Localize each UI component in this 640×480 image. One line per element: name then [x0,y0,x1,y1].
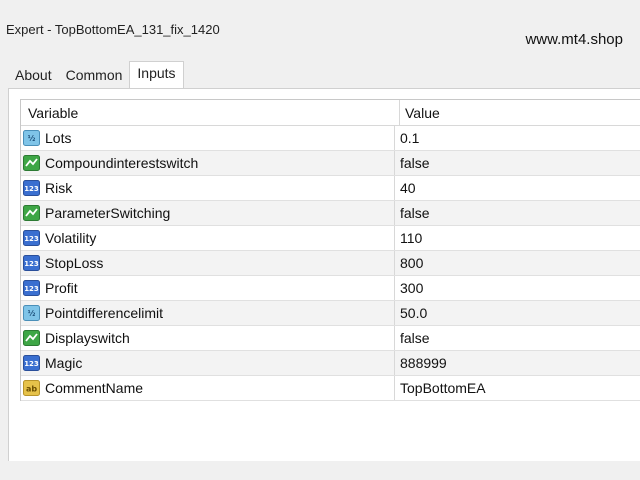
svg-text:½: ½ [28,134,36,143]
variable-cell: Displayswitch [21,326,395,350]
variable-name: Compoundinterestswitch [45,155,199,171]
svg-text:123: 123 [24,285,39,293]
variable-name: ParameterSwitching [45,205,171,221]
column-header-value[interactable]: Value [400,100,640,125]
variable-name: Displayswitch [45,330,130,346]
table-row[interactable]: 123 Profit 300 [21,276,640,301]
svg-text:½: ½ [28,309,36,318]
watermark-text: www.mt4.shop [525,31,623,48]
variable-cell: ½ Lots [21,126,395,150]
int-type-icon: 123 [23,255,40,271]
inputs-panel: Variable Value ½ Lots 0.1 Compoundinterests… [8,88,640,461]
table-row[interactable]: 123 Volatility 110 [21,226,640,251]
table-row[interactable]: ½ Pointdifferencelimit 50.0 [21,301,640,326]
int-type-icon: 123 [23,280,40,296]
variable-cell: ½ Pointdifferencelimit [21,301,395,325]
value-cell[interactable]: 0.1 [395,126,640,150]
table-row[interactable]: ½ Lots 0.1 [21,126,640,151]
table-row[interactable]: ParameterSwitching false [21,201,640,226]
table-row[interactable]: 123 Risk 40 [21,176,640,201]
value-cell[interactable]: false [395,326,640,350]
svg-text:123: 123 [24,185,39,193]
int-type-icon: 123 [23,230,40,246]
int-type-icon: 123 [23,355,40,371]
bool-type-icon [23,205,40,221]
variable-name: Risk [45,180,73,196]
bool-type-icon [23,330,40,346]
variable-cell: 123 StopLoss [21,251,395,275]
table-row[interactable]: ab CommentName TopBottomEA [21,376,640,401]
double-type-icon: ½ [23,130,40,146]
variable-cell: Compoundinterestswitch [21,151,395,175]
variable-cell: ab CommentName [21,376,395,400]
int-type-icon: 123 [23,180,40,196]
tab-inputs[interactable]: Inputs [129,61,184,89]
svg-text:123: 123 [24,260,39,268]
variable-name: CommentName [45,380,144,396]
double-type-icon: ½ [23,305,40,321]
value-cell[interactable]: false [395,151,640,175]
svg-text:123: 123 [24,360,39,368]
string-type-icon: ab [23,380,40,396]
tab-common[interactable]: Common [59,62,130,88]
table-row[interactable]: 123 StopLoss 800 [21,251,640,276]
expert-properties-window: Expert - TopBottomEA_131_fix_1420 www.mt… [0,0,640,480]
table-row[interactable]: Compoundinterestswitch false [21,151,640,176]
variable-cell: 123 Profit [21,276,395,300]
table-row[interactable]: Displayswitch false [21,326,640,351]
table-header-row: Variable Value [21,100,640,126]
variable-name: StopLoss [45,255,104,271]
variable-cell: 123 Magic [21,351,395,375]
value-cell[interactable]: 110 [395,226,640,250]
value-cell[interactable]: 800 [395,251,640,275]
value-cell[interactable]: 40 [395,176,640,200]
value-cell[interactable]: 50.0 [395,301,640,325]
variable-name: Volatility [45,230,97,246]
window-title: Expert - TopBottomEA_131_fix_1420 [6,22,220,37]
variable-cell: 123 Volatility [21,226,395,250]
variable-name: Pointdifferencelimit [45,305,164,321]
column-header-variable[interactable]: Variable [21,100,400,125]
value-cell[interactable]: 300 [395,276,640,300]
table-row[interactable]: 123 Magic 888999 [21,351,640,376]
variable-name: Profit [45,280,78,296]
svg-text:ab: ab [26,385,37,394]
variable-cell: ParameterSwitching [21,201,395,225]
tab-about[interactable]: About [8,62,59,88]
value-cell[interactable]: false [395,201,640,225]
value-cell[interactable]: TopBottomEA [395,376,640,400]
inputs-table: Variable Value ½ Lots 0.1 Compoundinterests… [20,99,640,401]
value-cell[interactable]: 888999 [395,351,640,375]
svg-text:123: 123 [24,235,39,243]
bool-type-icon [23,155,40,171]
tab-bar: About Common Inputs [8,61,184,89]
variable-name: Lots [45,130,72,146]
variable-name: Magic [45,355,83,371]
variable-cell: 123 Risk [21,176,395,200]
table-body: ½ Lots 0.1 Compoundinterestswitch false 123 Ri… [21,126,640,401]
